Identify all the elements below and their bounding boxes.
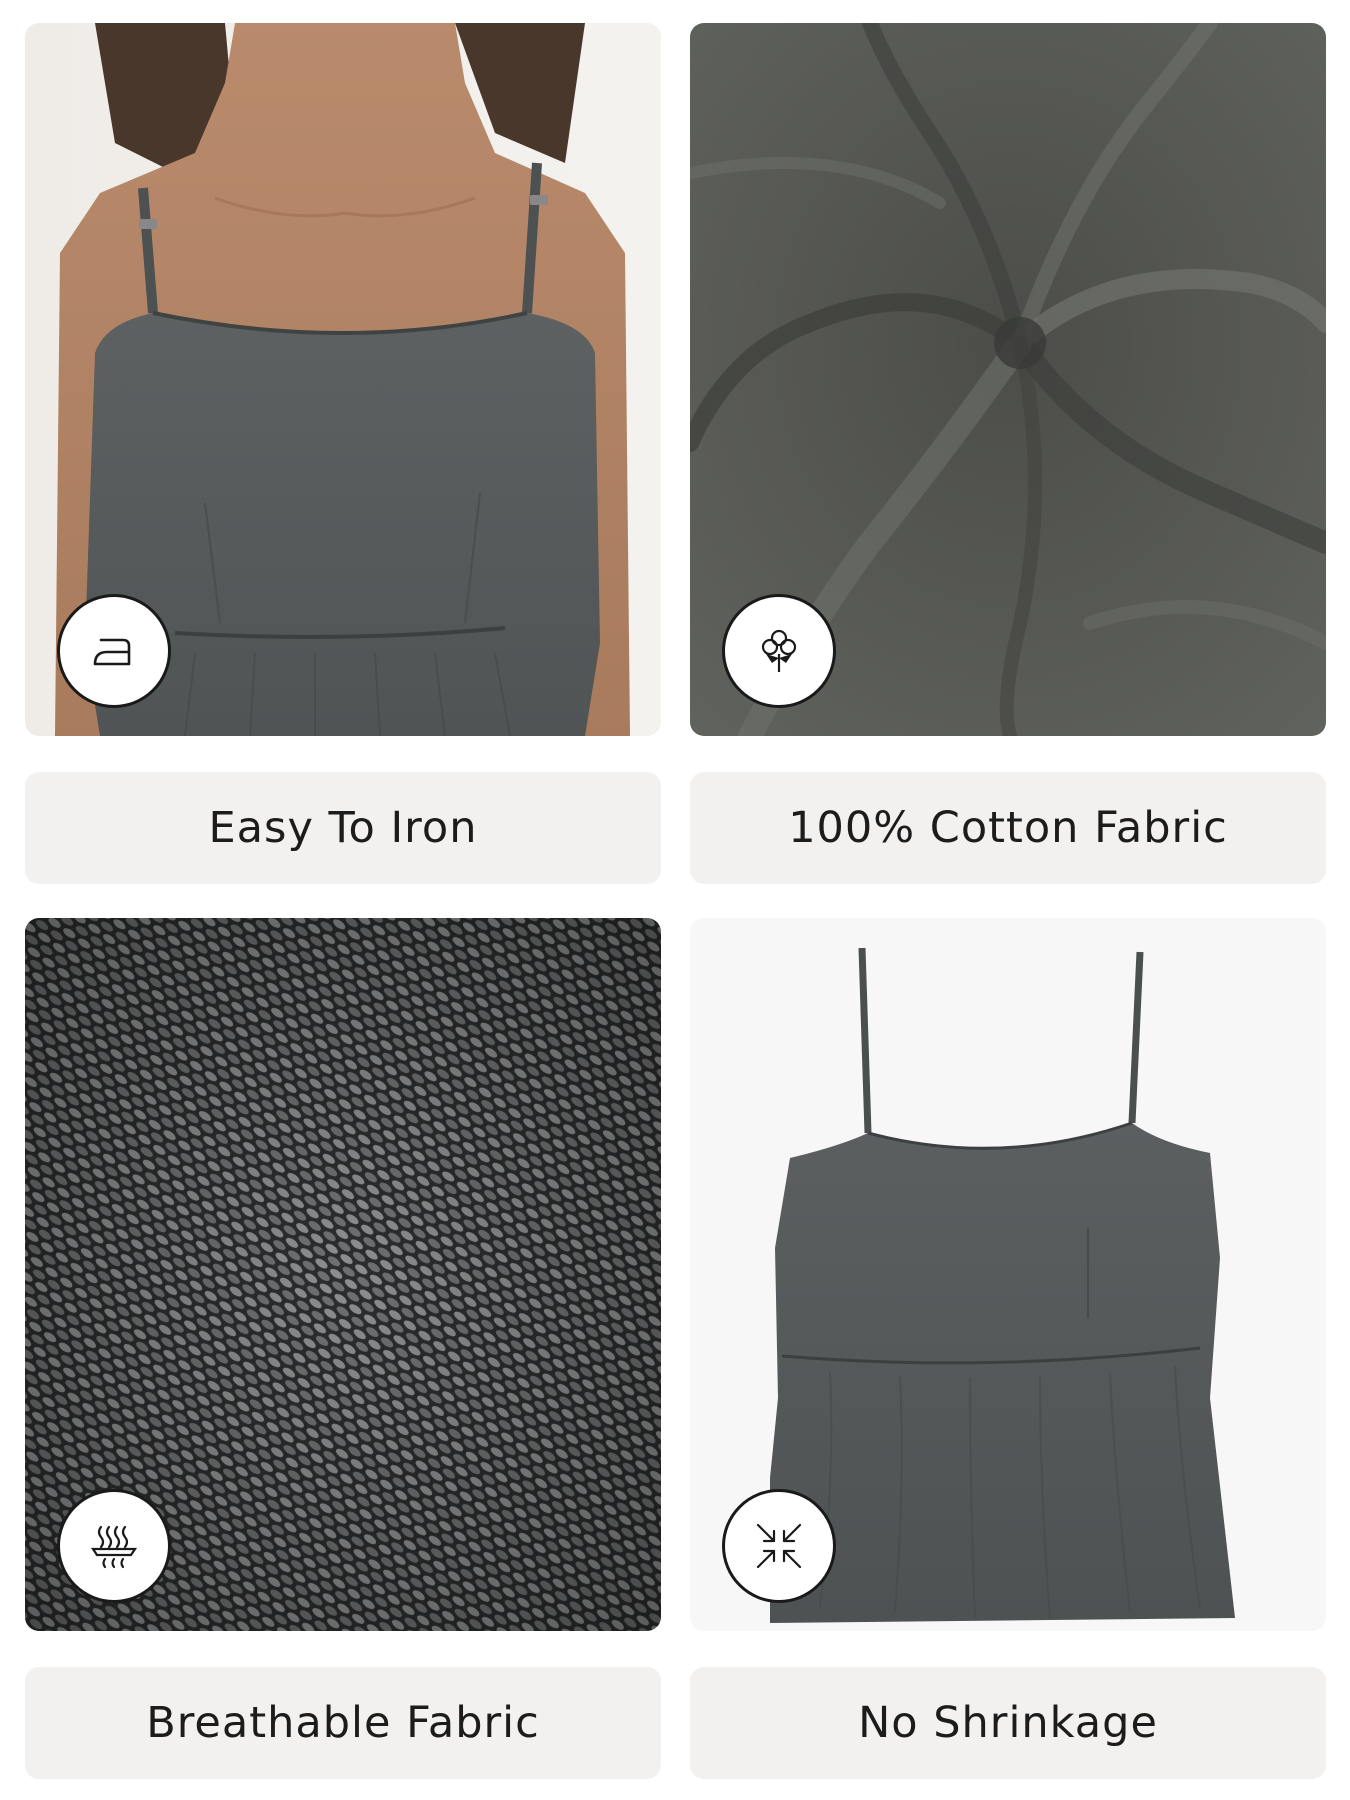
feature-label-card: 100% Cotton Fabric [690, 772, 1326, 884]
feature-label-card: Easy To Iron [25, 772, 661, 884]
breathable-fabric-icon [90, 1525, 138, 1569]
feature-label: No Shrinkage [858, 1698, 1158, 1748]
breathable-icon-badge [57, 1489, 171, 1603]
feature-image-breathable-fabric [25, 918, 661, 1631]
feature-label-card: Breathable Fabric [25, 1667, 661, 1779]
feature-image-no-shrinkage [690, 918, 1326, 1631]
feature-label-card: No Shrinkage [690, 1667, 1326, 1779]
iron-icon-badge [57, 594, 171, 708]
feature-label: Breathable Fabric [146, 1698, 540, 1748]
cotton-flower-icon [761, 629, 797, 672]
feature-label: 100% Cotton Fabric [788, 803, 1228, 853]
no-shrinkage-arrows-icon [756, 1523, 802, 1569]
feature-image-easy-to-iron [25, 23, 661, 736]
cotton-icon-badge [722, 594, 836, 708]
feature-label: Easy To Iron [208, 803, 478, 853]
feature-image-cotton-fabric [690, 23, 1326, 736]
iron-icon [93, 638, 131, 666]
no-shrinkage-icon-badge [722, 1489, 836, 1603]
